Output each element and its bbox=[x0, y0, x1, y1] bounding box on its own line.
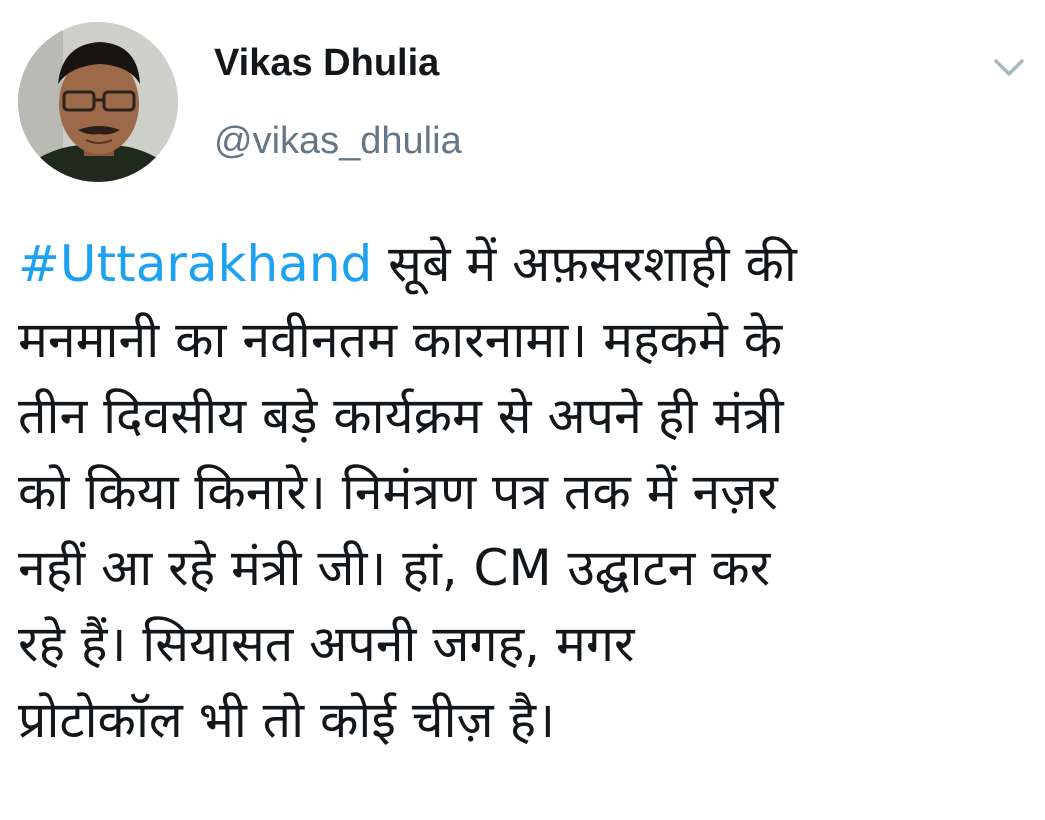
tweet-line-6: रहे हैं। सियासत अपनी जगह, मगर bbox=[18, 615, 635, 673]
tweet-line-5: नहीं आ रहे मंत्री जी। हां, CM उद्घाटन कर bbox=[18, 539, 771, 597]
hashtag-link[interactable]: #Uttarakhand bbox=[18, 235, 372, 293]
avatar[interactable] bbox=[18, 22, 178, 182]
tweet-line-3: तीन दिवसीय बड़े कार्यक्रम से अपने ही मंत… bbox=[18, 387, 784, 445]
tweet-line-4: को किया किनारे। निमंत्रण पत्र तक में नज़… bbox=[18, 463, 778, 521]
tweet-text: #Uttarakhand सूबे में अफ़सरशाही की मनमान… bbox=[18, 226, 1028, 758]
tweet-card: Vikas Dhulia @vikas_dhulia #Uttarakhand … bbox=[0, 0, 1045, 820]
tweet-line-1-text: सूबे में अफ़सरशाही की bbox=[372, 235, 797, 293]
chevron-down-icon bbox=[994, 59, 1024, 76]
tweet-menu-button[interactable] bbox=[990, 52, 1028, 82]
display-name[interactable]: Vikas Dhulia bbox=[214, 42, 439, 85]
user-handle[interactable]: @vikas_dhulia bbox=[214, 120, 462, 163]
tweet-line-7: प्रोटोकॉल भी तो कोई चीज़ है। bbox=[18, 691, 556, 749]
profile-photo-avatar bbox=[18, 22, 178, 182]
tweet-line-2: मनमानी का नवीनतम कारनामा। महकमे के bbox=[18, 311, 783, 369]
tweet-line-1: #Uttarakhand सूबे में अफ़सरशाही की bbox=[18, 226, 1028, 302]
